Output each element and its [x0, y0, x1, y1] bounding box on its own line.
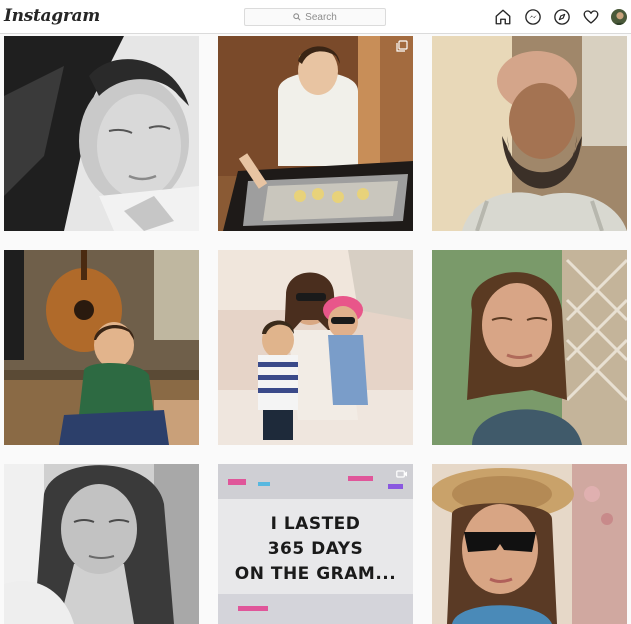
- post-image: [4, 250, 199, 445]
- video-icon: [396, 468, 408, 480]
- post-image: [432, 36, 627, 231]
- top-navigation-bar: Instagram Search: [0, 0, 631, 34]
- instagram-logo[interactable]: Instagram: [4, 6, 100, 26]
- overlay-text-line: I LASTED: [270, 514, 361, 534]
- post-image: [432, 250, 627, 445]
- search-icon: [293, 13, 301, 21]
- post-thumbnail[interactable]: [218, 36, 413, 231]
- search-placeholder: Search: [305, 11, 337, 23]
- post-image: [4, 36, 199, 231]
- post-image: [218, 36, 413, 231]
- messenger-icon[interactable]: [524, 8, 542, 26]
- post-thumbnail[interactable]: [432, 36, 627, 231]
- post-thumbnail[interactable]: [4, 464, 199, 624]
- explore-compass-icon[interactable]: [553, 8, 571, 26]
- overlay-text-line: ON THE GRAM...: [234, 564, 397, 584]
- post-thumbnail[interactable]: [4, 36, 199, 231]
- heart-activity-icon[interactable]: [582, 8, 600, 26]
- profile-avatar[interactable]: [611, 9, 627, 25]
- search-input[interactable]: Search: [244, 8, 386, 26]
- post-image: [4, 464, 199, 624]
- post-thumbnail[interactable]: I LASTED 365 DAYS ON THE GRAM...: [218, 464, 413, 624]
- post-image: [218, 250, 413, 445]
- carousel-icon: [396, 40, 408, 52]
- post-thumbnail[interactable]: [4, 250, 199, 445]
- post-thumbnail[interactable]: [432, 464, 627, 624]
- post-image: [432, 464, 627, 624]
- post-thumbnail[interactable]: [432, 250, 627, 445]
- overlay-text-line: 365 DAYS: [267, 539, 364, 559]
- post-thumbnail[interactable]: [218, 250, 413, 445]
- home-icon[interactable]: [494, 8, 512, 26]
